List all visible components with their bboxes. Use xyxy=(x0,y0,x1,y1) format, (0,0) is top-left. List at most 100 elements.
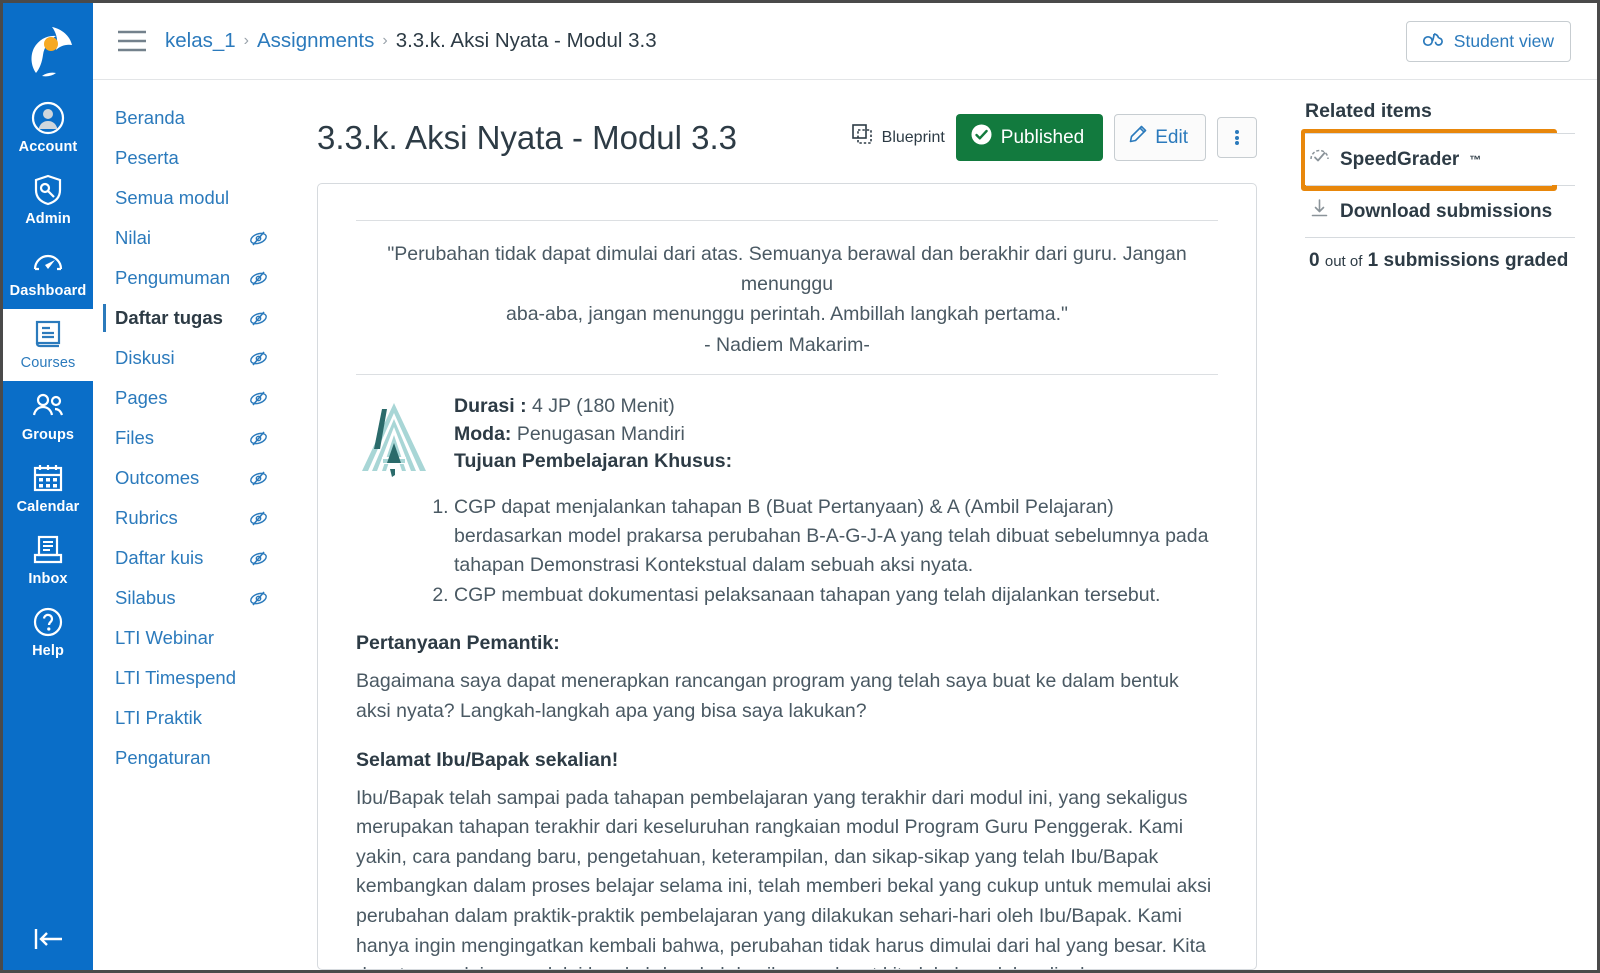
page-body: Beranda Peserta Semua modul Nilai Pengum… xyxy=(93,80,1597,970)
assignment-description-card: "Perubahan tidak dapat dimulai dari atas… xyxy=(317,183,1257,970)
graded-out-of: out of xyxy=(1324,253,1363,270)
dashboard-icon xyxy=(31,245,65,279)
course-nav-item-files[interactable]: Files xyxy=(93,418,290,458)
course-nav-item-lti-webinar[interactable]: LTI Webinar xyxy=(93,618,290,658)
graded-total: 1 xyxy=(1367,250,1379,271)
course-nav-item-pages[interactable]: Pages xyxy=(93,378,290,418)
breadcrumb-item-course[interactable]: kelas_1 xyxy=(165,29,236,53)
top-bar: kelas_1 › Assignments › 3.3.k. Aksi Nyat… xyxy=(93,3,1597,80)
course-nav-item-lti-praktik[interactable]: LTI Praktik xyxy=(93,698,290,738)
course-nav-item-pengaturan[interactable]: Pengaturan xyxy=(93,738,290,778)
calendar-icon xyxy=(31,461,65,495)
global-nav-inbox[interactable]: Inbox xyxy=(3,525,93,597)
more-options-kebab-icon[interactable] xyxy=(1217,117,1257,158)
speedgrader-wrapper: SpeedGrader ™ xyxy=(1301,129,1575,191)
divider xyxy=(356,373,1218,375)
global-nav-admin-label: Admin xyxy=(25,211,71,227)
blueprint-label: Blueprint xyxy=(881,128,945,146)
assignment-meta: Durasi : 4 JP (180 Menit) Moda: Penugasa… xyxy=(454,393,732,476)
course-nav-label: Daftar tugas xyxy=(115,307,223,328)
submissions-graded-status: 0 out of 1 submissions graded xyxy=(1305,237,1575,284)
pertanyaan-pemantik-heading: Pertanyaan Pemantik: xyxy=(356,632,560,655)
main-column: kelas_1 › Assignments › 3.3.k. Aksi Nyat… xyxy=(93,3,1597,970)
global-nav-dashboard[interactable]: Dashboard xyxy=(3,237,93,309)
canvas-assignment-page: Account Admin Dashboard Courses Groups C… xyxy=(0,0,1600,973)
hidden-eye-icon xyxy=(249,429,268,448)
canvas-logo[interactable] xyxy=(3,9,93,93)
edit-button[interactable]: Edit xyxy=(1114,114,1206,161)
course-nav-item-pengumuman[interactable]: Pengumuman xyxy=(93,258,290,298)
course-nav-label: LTI Timespend xyxy=(115,667,236,688)
quote-block: "Perubahan tidak dapat dimulai dari atas… xyxy=(356,239,1218,360)
course-nav-label: LTI Praktik xyxy=(115,707,203,728)
global-nav-account[interactable]: Account xyxy=(3,93,93,165)
course-nav-item-nilai[interactable]: Nilai xyxy=(93,218,290,258)
selamat-heading: Selamat Ibu/Bapak sekalian! xyxy=(356,748,619,771)
pertanyaan-pemantik-text: Bagaimana saya dapat menerapkan rancanga… xyxy=(356,670,1179,722)
groups-icon xyxy=(31,389,65,423)
global-nav-help[interactable]: Help xyxy=(3,597,93,669)
course-nav-label: Pengumuman xyxy=(115,267,231,288)
download-submissions-link[interactable]: Download submissions xyxy=(1305,185,1575,237)
list-item: CGP dapat menjalankan tahapan B (Buat Pe… xyxy=(454,493,1218,580)
hamburger-menu-icon[interactable] xyxy=(117,30,147,52)
quote-attribution: - Nadiem Makarim- xyxy=(704,333,870,356)
global-nav-groups[interactable]: Groups xyxy=(3,381,93,453)
speedgrader-label: SpeedGrader xyxy=(1340,148,1460,170)
course-nav-item-daftar-kuis[interactable]: Daftar kuis xyxy=(93,538,290,578)
global-nav-calendar[interactable]: Calendar xyxy=(3,453,93,525)
hidden-eye-icon xyxy=(249,269,268,288)
course-nav-item-peserta[interactable]: Peserta xyxy=(93,138,290,178)
global-nav-courses[interactable]: Courses xyxy=(3,309,93,381)
course-nav-item-outcomes[interactable]: Outcomes xyxy=(93,458,290,498)
breadcrumb-separator: › xyxy=(382,32,388,49)
admin-shield-icon xyxy=(31,173,65,207)
pencil-icon xyxy=(1128,125,1147,150)
global-nav-help-label: Help xyxy=(32,643,64,659)
course-nav-label: Pengaturan xyxy=(115,747,211,768)
related-items-sidebar: Related items SpeedGrader ™ Download subm xyxy=(1285,80,1597,970)
global-nav-admin[interactable]: Admin xyxy=(3,165,93,237)
breadcrumb: kelas_1 › Assignments › 3.3.k. Aksi Nyat… xyxy=(165,29,1406,53)
course-nav-item-semua-modul[interactable]: Semua modul xyxy=(93,178,290,218)
blueprint-indicator: Blueprint xyxy=(851,124,945,151)
course-nav-item-beranda[interactable]: Beranda xyxy=(93,98,290,138)
published-button[interactable]: Published xyxy=(955,114,1104,161)
quote-line-2: aba-aba, jangan menunggu perintah. Ambil… xyxy=(506,303,1068,326)
breadcrumb-item-assignments[interactable]: Assignments xyxy=(257,29,374,53)
list-item: CGP membuat dokumentasi pelaksanaan taha… xyxy=(454,581,1218,610)
hidden-eye-icon xyxy=(249,589,268,608)
inbox-icon xyxy=(31,533,65,567)
collapse-arrow-icon[interactable] xyxy=(3,926,93,952)
course-nav-item-diskusi[interactable]: Diskusi xyxy=(93,338,290,378)
global-navigation: Account Admin Dashboard Courses Groups C… xyxy=(3,3,93,970)
course-nav-label: Semua modul xyxy=(115,187,230,208)
assignment-content: 3.3.k. Aksi Nyata - Modul 3.3 Blueprint xyxy=(291,80,1285,970)
download-submissions-label: Download submissions xyxy=(1340,200,1553,222)
related-items-title: Related items xyxy=(1305,100,1432,122)
hidden-eye-icon xyxy=(249,229,268,248)
global-nav-account-label: Account xyxy=(18,139,78,155)
durasi-row: Durasi : 4 JP (180 Menit) xyxy=(454,393,732,421)
course-nav-item-rubrics[interactable]: Rubrics xyxy=(93,498,290,538)
aksi-nyata-a-logo xyxy=(356,397,432,477)
course-nav-label: Files xyxy=(115,427,155,448)
durasi-label: Durasi : xyxy=(454,394,527,417)
course-nav-item-daftar-tugas[interactable]: Daftar tugas xyxy=(93,298,290,338)
course-nav-item-silabus[interactable]: Silabus xyxy=(93,578,290,618)
student-view-button[interactable]: Student view xyxy=(1405,20,1571,62)
hidden-eye-icon xyxy=(249,389,268,408)
check-circle-icon xyxy=(971,124,992,151)
hidden-eye-icon xyxy=(249,469,268,488)
hidden-eye-icon xyxy=(249,549,268,568)
speedgrader-link[interactable]: SpeedGrader ™ xyxy=(1305,133,1575,185)
course-nav-label: Daftar kuis xyxy=(115,547,204,568)
published-label: Published xyxy=(1000,126,1085,148)
global-nav-calendar-label: Calendar xyxy=(16,499,80,515)
course-nav-item-lti-timespend[interactable]: LTI Timespend xyxy=(93,658,290,698)
course-nav-label: Outcomes xyxy=(115,467,200,488)
student-view-label: Student view xyxy=(1453,30,1554,51)
account-icon xyxy=(31,101,65,135)
breadcrumb-item-current: 3.3.k. Aksi Nyata - Modul 3.3 xyxy=(395,29,657,52)
course-nav-label: Silabus xyxy=(115,587,176,608)
